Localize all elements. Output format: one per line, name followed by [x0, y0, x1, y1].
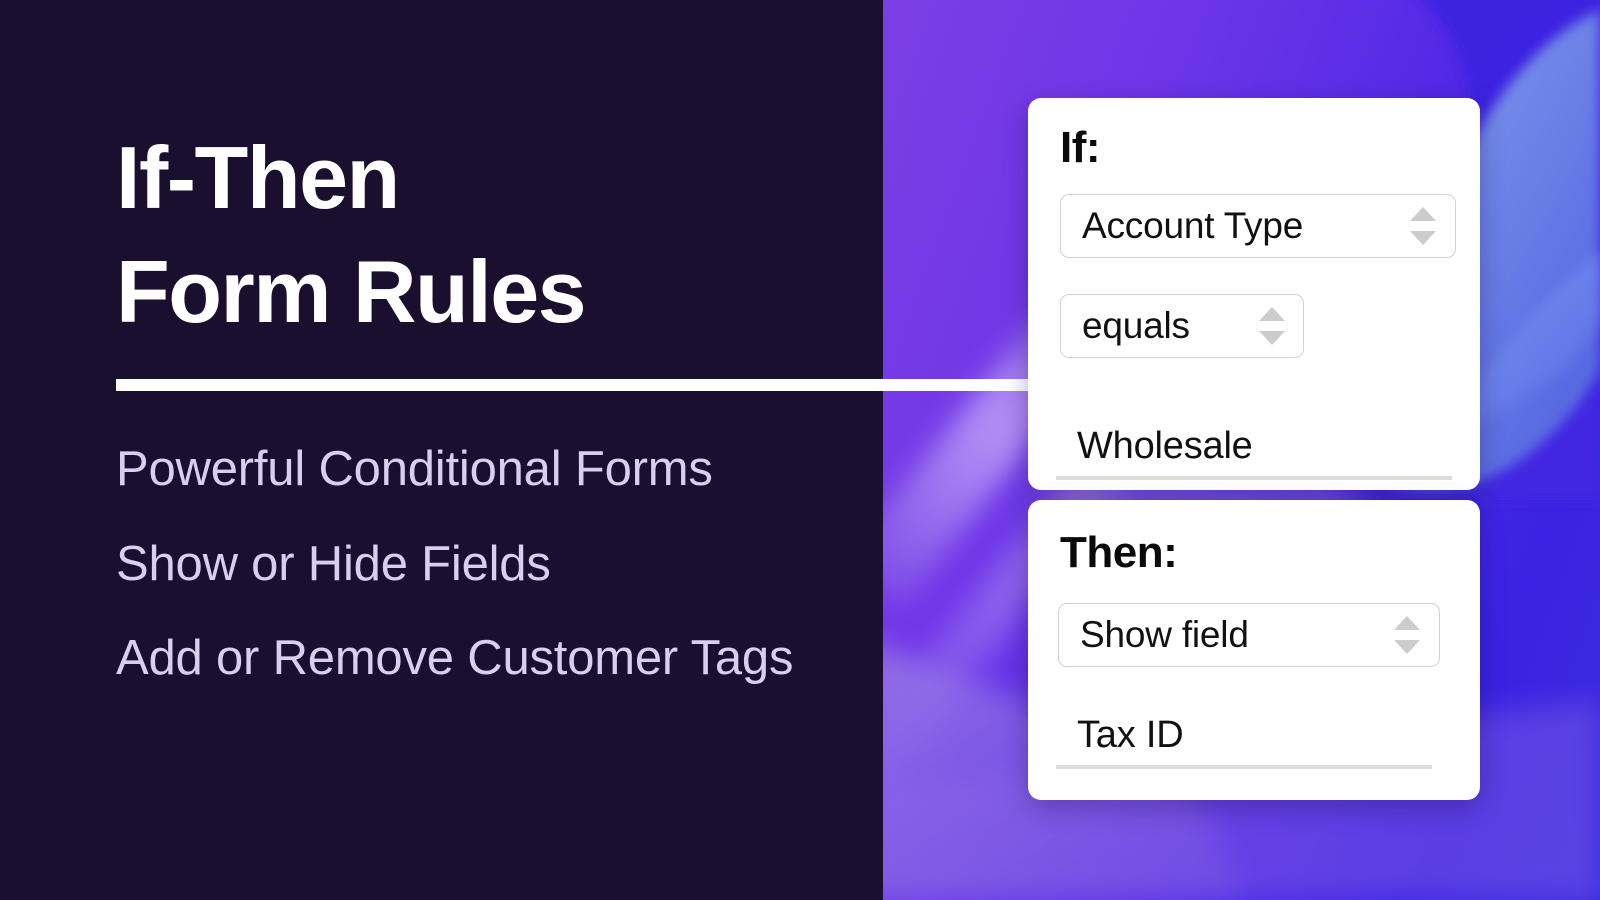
stepper-arrows-icon	[1410, 207, 1436, 245]
page-title: If-Then Form Rules	[116, 128, 587, 342]
slide-canvas: If-Then Form Rules Powerful Conditional …	[0, 0, 1600, 900]
action-target-text: Tax ID	[1077, 714, 1184, 756]
condition-field-select[interactable]: Account Type	[1060, 194, 1456, 258]
condition-operator-value: equals	[1082, 305, 1190, 346]
content-panel: If-Then Form Rules Powerful Conditional …	[0, 0, 883, 900]
condition-operator-select[interactable]: equals	[1060, 294, 1304, 358]
action-type-value: Show field	[1080, 614, 1249, 655]
condition-value-input[interactable]: Wholesale	[1056, 416, 1452, 480]
stepper-arrows-icon	[1394, 616, 1420, 654]
if-card-title: If:	[1060, 123, 1101, 172]
title-divider	[116, 379, 1028, 391]
stepper-arrows-icon	[1259, 307, 1285, 345]
condition-value-text: Wholesale	[1077, 425, 1253, 467]
then-action-card: Then: Show field Tax ID	[1028, 500, 1480, 800]
then-card-title: Then:	[1060, 528, 1178, 577]
feature-list: Powerful Conditional Forms Show or Hide …	[116, 437, 846, 691]
action-type-select[interactable]: Show field	[1058, 603, 1440, 667]
list-item: Show or Hide Fields	[116, 536, 551, 591]
list-item: Add or Remove Customer Tags	[116, 631, 794, 686]
condition-field-value: Account Type	[1082, 205, 1304, 246]
list-item: Powerful Conditional Forms	[116, 442, 713, 496]
if-condition-card: If: Account Type equals Wholesale	[1028, 98, 1480, 490]
action-target-input[interactable]: Tax ID	[1056, 705, 1432, 769]
